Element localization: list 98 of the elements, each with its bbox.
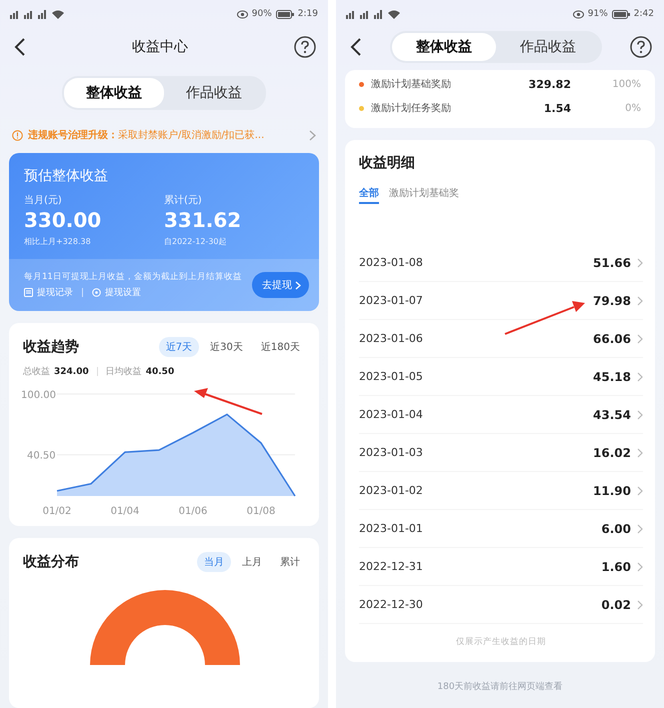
section-title: 收益明细: [359, 154, 416, 172]
row-amount: 6.00: [601, 522, 631, 536]
row-date: 2023-01-07: [359, 294, 423, 307]
card-title: 预估整体收益: [24, 167, 109, 185]
filter-tab[interactable]: 全部: [359, 186, 379, 204]
axis-label: 01/06: [178, 506, 208, 517]
earnings-row[interactable]: 2023-01-01 6.00: [359, 510, 643, 548]
warning-icon: [12, 130, 23, 140]
legend-name: 激励计划任务奖励: [371, 102, 452, 115]
row-amount: 51.66: [593, 256, 631, 270]
stat-label: 当月(元): [24, 194, 63, 207]
help-icon[interactable]: [294, 36, 316, 58]
tab[interactable]: 作品收益: [164, 78, 264, 108]
section-title: 收益趋势: [23, 338, 79, 356]
stat-note: 自2022-12-30起: [164, 236, 228, 247]
back-icon[interactable]: [350, 38, 362, 56]
earnings-row[interactable]: 2023-01-02 11.90: [359, 472, 643, 510]
legend-name: 激励计划基础奖励: [371, 78, 452, 91]
row-date: 2023-01-05: [359, 370, 423, 383]
chevron-icon: [637, 486, 643, 496]
row-date: 2022-12-31: [359, 560, 423, 573]
row-amount: 45.18: [593, 370, 631, 384]
range-tab[interactable]: 近30天: [203, 337, 250, 357]
legend-percent: 0%: [624, 102, 641, 114]
stat-note: 相比上月+328.38: [24, 236, 92, 247]
axis-label: 40.50: [27, 450, 56, 462]
tab[interactable]: 整体收益: [392, 33, 496, 61]
row-date: 2023-01-08: [359, 256, 423, 269]
range-tab[interactable]: 近180天: [254, 337, 307, 357]
back-icon[interactable]: [14, 38, 26, 56]
chevron-icon: [637, 258, 643, 268]
filter-tab[interactable]: 激励计划基础奖: [389, 186, 459, 204]
earnings-row[interactable]: 2023-01-05 45.18: [359, 358, 643, 396]
clock-time: 2:19: [298, 9, 318, 19]
battery-icon: [612, 10, 630, 18]
chevron-icon: [637, 334, 643, 344]
battery-percent: 90%: [252, 9, 272, 19]
battery-icon: [276, 10, 294, 18]
earnings-row[interactable]: 2023-01-04 43.54: [359, 396, 643, 434]
row-date: 2022-12-30: [359, 598, 423, 611]
eye-icon: [236, 10, 248, 18]
chevron-icon: [637, 562, 643, 572]
chevron-icon: [637, 524, 643, 534]
battery-percent: 91%: [588, 9, 608, 19]
row-date: 2023-01-01: [359, 522, 423, 535]
earnings-row[interactable]: 2023-01-06 66.06: [359, 320, 643, 358]
period-tab[interactable]: 当月: [197, 552, 231, 572]
chevron-icon: [637, 600, 643, 610]
chevron-icon: [637, 410, 643, 420]
row-amount: 66.06: [593, 332, 631, 346]
summary-value: 324.00: [54, 366, 89, 376]
earnings-row[interactable]: 2022-12-30 0.02: [359, 586, 643, 624]
period-tab[interactable]: 上月: [235, 552, 269, 572]
chevron-icon: [637, 296, 643, 306]
legend-amount: 1.54: [542, 102, 571, 114]
summary-value: 40.50: [146, 366, 174, 376]
row-amount: 1.60: [601, 560, 631, 574]
row-date: 2023-01-04: [359, 408, 423, 421]
legend-percent: 100%: [611, 78, 641, 90]
record-icon: [24, 288, 33, 297]
period-tab[interactable]: 累计: [273, 552, 307, 572]
settings-icon: [92, 288, 101, 297]
clock-time: 2:42: [634, 9, 654, 19]
bottom-note: 180天前收益请前往网页端查看: [436, 680, 564, 693]
row-date: 2023-01-02: [359, 484, 423, 497]
summary-label: 总收益: [23, 366, 50, 378]
page-title: 收益中心: [132, 38, 188, 56]
chevron-icon: [637, 372, 643, 382]
stat-value: 330.00: [24, 208, 102, 232]
legend-amount: 329.82: [528, 78, 571, 90]
section-title: 收益分布: [23, 553, 79, 571]
row-amount: 43.54: [593, 408, 631, 422]
earnings-row[interactable]: 2023-01-03 16.02: [359, 434, 643, 472]
tab[interactable]: 整体收益: [64, 78, 164, 108]
chevron-icon: [295, 280, 301, 290]
withdraw-button[interactable]: 去提现: [252, 272, 309, 298]
row-amount: 16.02: [593, 446, 631, 460]
eye-icon: [572, 10, 584, 18]
row-amount: 79.98: [593, 294, 631, 308]
help-icon[interactable]: [630, 36, 652, 58]
annotation-arrow: [194, 388, 262, 415]
axis-label: 01/04: [110, 506, 140, 517]
tab[interactable]: 作品收益: [496, 33, 600, 61]
withdraw-note: 每月11日可提现上月收益，金额为截止到上月结算收益: [24, 271, 243, 283]
footnote: 仅展示产生收益的日期: [455, 636, 547, 649]
axis-label: 100.00: [21, 390, 56, 401]
row-date: 2023-01-03: [359, 446, 423, 459]
summary-label: 日均收益: [106, 366, 142, 378]
chevron-icon: [637, 448, 643, 458]
earnings-row[interactable]: 2022-12-31 1.60: [359, 548, 643, 586]
row-date: 2023-01-06: [359, 332, 423, 345]
stat-label: 累计(元): [164, 194, 203, 207]
stat-value: 331.62: [164, 208, 242, 232]
row-amount: 0.02: [601, 598, 631, 612]
earnings-row[interactable]: 2023-01-08 51.66: [359, 244, 643, 282]
row-amount: 11.90: [593, 484, 631, 498]
axis-label: 01/02: [42, 506, 72, 517]
axis-label: 01/08: [246, 506, 276, 517]
